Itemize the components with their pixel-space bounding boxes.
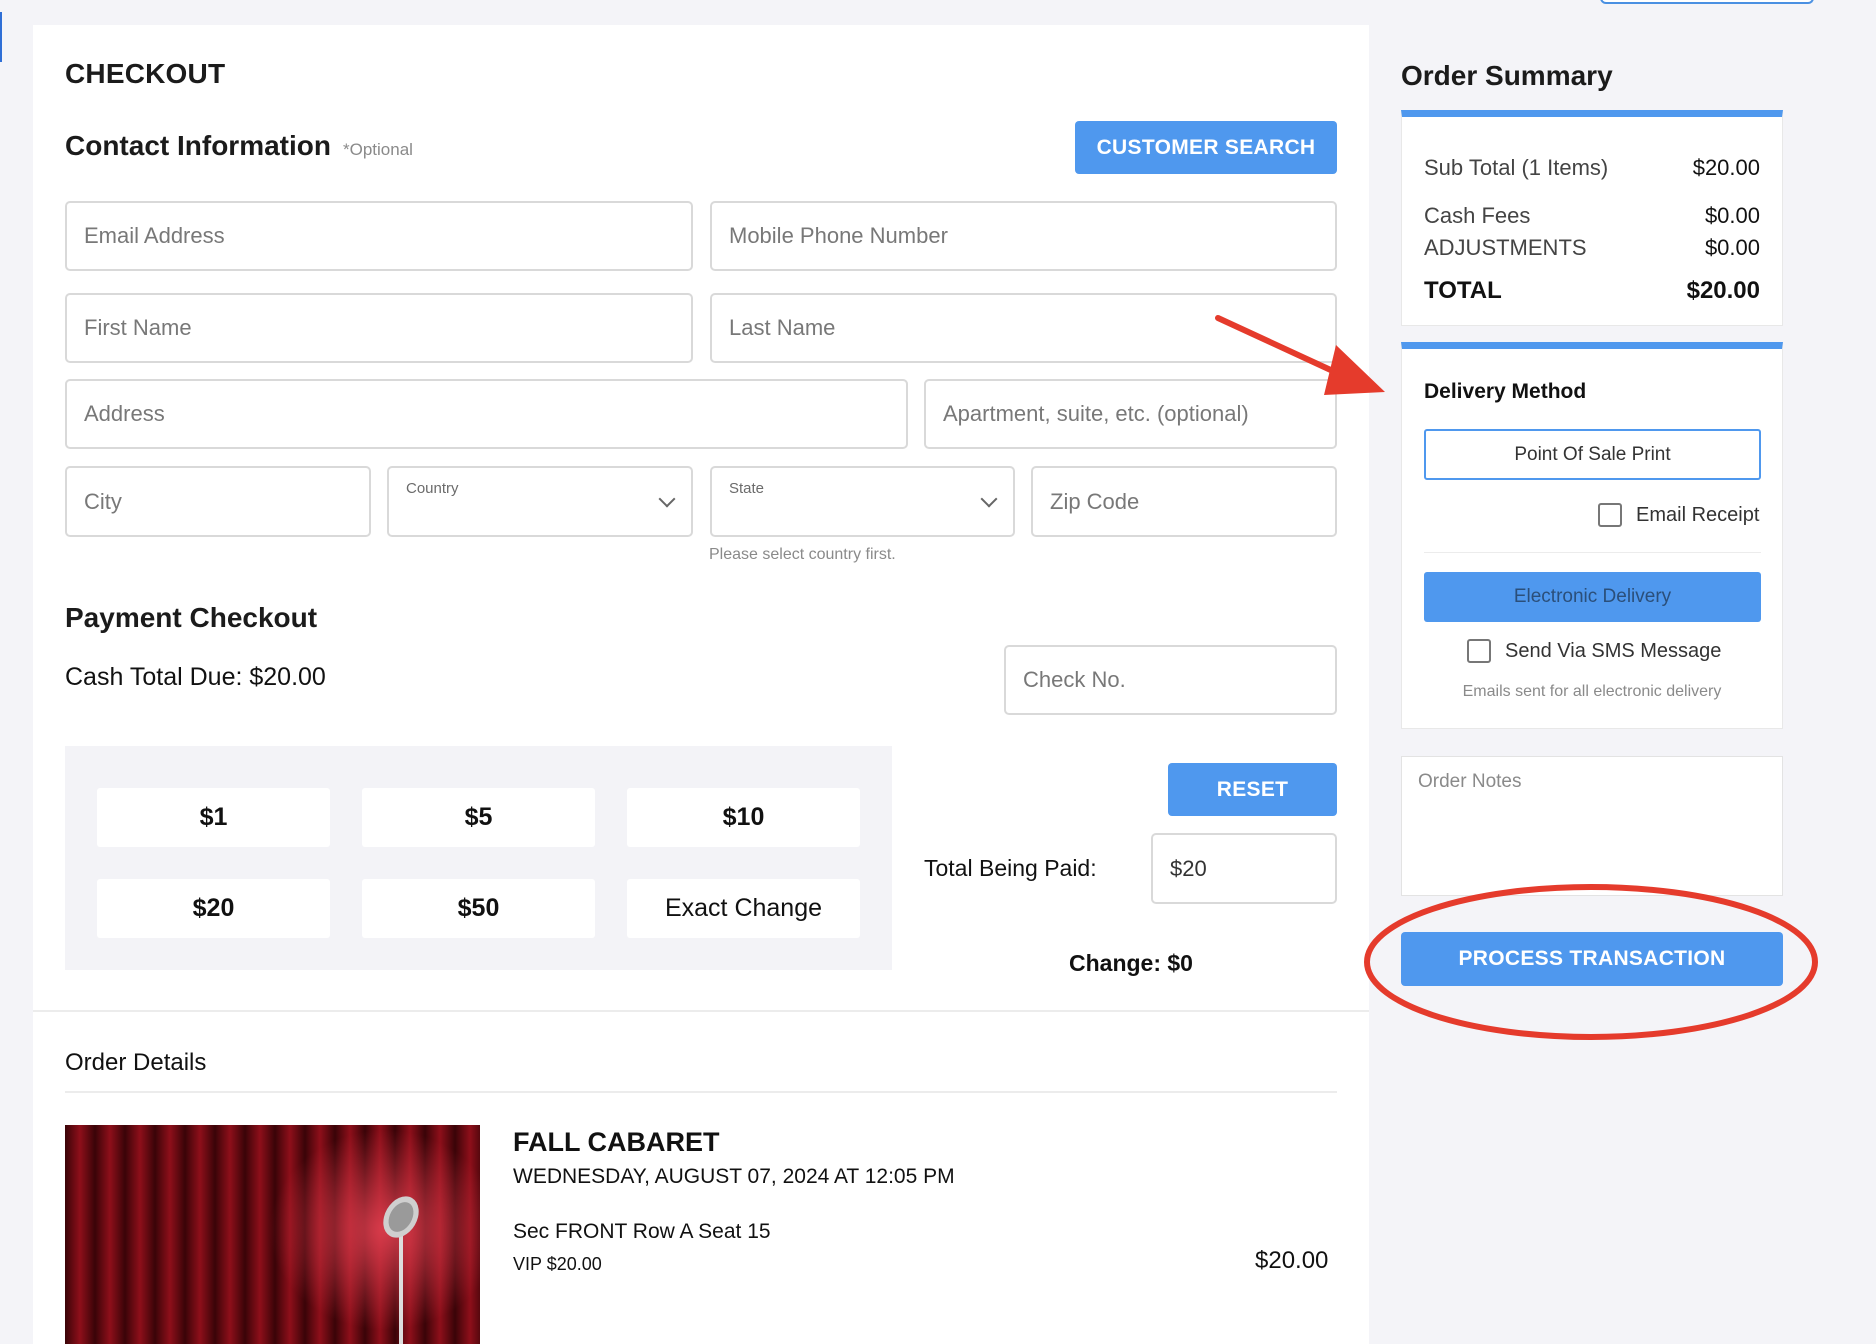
annotation-circle	[1364, 884, 1818, 1040]
annotation-overlay	[1215, 315, 1818, 1040]
annotation-arrow-head	[1324, 345, 1385, 395]
annotation-arrow-line	[1215, 315, 1338, 375]
